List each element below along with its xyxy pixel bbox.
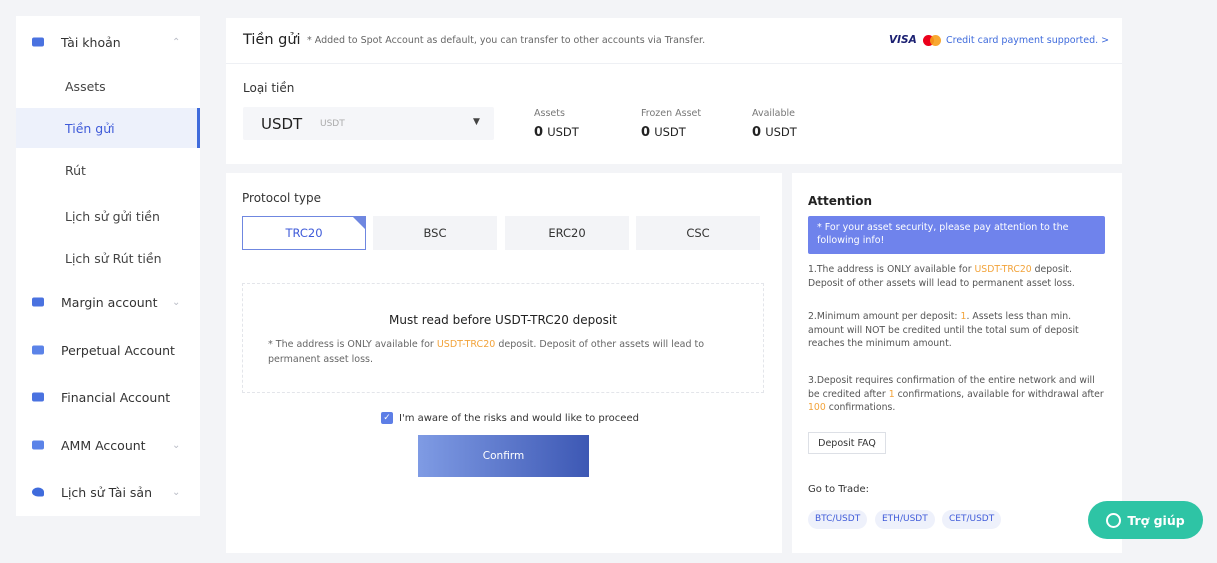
protocol-label: Protocol type bbox=[242, 191, 321, 205]
sidebar-item-deposit-history[interactable]: Lịch sử gửi tiền bbox=[16, 196, 200, 236]
confirm-button[interactable]: Confirm bbox=[418, 435, 589, 477]
coin-selected-sub: USDT bbox=[320, 119, 345, 129]
sidebar-item-label: Lịch sử Tài sản bbox=[61, 484, 152, 500]
agreement-label: I'm aware of the risks and would like to… bbox=[399, 412, 639, 424]
sidebar: Tài khoản ⌃ Assets Tiền gửi Rút Lịch sử … bbox=[16, 16, 200, 516]
sidebar-item-label: Financial Account bbox=[61, 389, 171, 405]
checkmark-icon: ✓ bbox=[381, 412, 393, 424]
margin-icon bbox=[32, 297, 44, 307]
visa-logo: VISA bbox=[889, 34, 917, 46]
notice-text: * The address is ONLY available for USDT… bbox=[268, 339, 705, 365]
deposit-notice: Must read before USDT-TRC20 deposit * Th… bbox=[242, 283, 764, 393]
trade-pair-btc-usdt[interactable]: BTC/USDT bbox=[808, 510, 868, 529]
chat-icon bbox=[1106, 512, 1122, 528]
financial-icon bbox=[32, 392, 44, 402]
transfer-note: * Added to Spot Account as default, you … bbox=[307, 35, 706, 46]
panel-header: Tiền gửi * Added to Spot Account as defa… bbox=[226, 18, 1122, 64]
tab-erc20[interactable]: ERC20 bbox=[505, 216, 629, 250]
balance-assets: Assets 0 USDT bbox=[534, 108, 579, 140]
sidebar-item-financial[interactable]: Financial Account bbox=[16, 377, 200, 417]
deposit-panel: Protocol type TRC20 BSC ERC20 CSC Must r… bbox=[226, 173, 782, 553]
sidebar-item-amm[interactable]: AMM Account ⌄ bbox=[16, 425, 200, 465]
chevron-down-icon: ⌄ bbox=[172, 296, 181, 308]
attention-item-1: 1.The address is ONLY available for USDT… bbox=[808, 264, 1075, 289]
sidebar-item-label: Tài khoản bbox=[61, 34, 121, 50]
go-to-trade-label: Go to Trade: bbox=[808, 484, 870, 495]
credit-card-link[interactable]: Credit card payment supported. > bbox=[946, 35, 1109, 46]
sidebar-item-account[interactable]: Tài khoản ⌃ bbox=[16, 22, 200, 62]
sidebar-item-margin[interactable]: Margin account ⌄ bbox=[16, 282, 200, 322]
mastercard-icon bbox=[923, 35, 941, 46]
chevron-down-icon: ⌄ bbox=[172, 486, 181, 498]
attention-banner: * For your asset security, please pay at… bbox=[808, 216, 1105, 254]
chevron-up-icon: ⌃ bbox=[172, 36, 181, 48]
coin-selected: USDT bbox=[261, 115, 303, 133]
sidebar-item-perpetual[interactable]: Perpetual Account bbox=[16, 330, 200, 370]
tab-csc[interactable]: CSC bbox=[636, 216, 760, 250]
perpetual-icon bbox=[32, 345, 44, 355]
balance-label: Available bbox=[752, 108, 796, 119]
balance-label: Frozen Asset bbox=[641, 108, 702, 119]
balance-label: Assets bbox=[534, 108, 565, 119]
caret-down-icon: ▼ bbox=[473, 117, 480, 127]
tab-bsc[interactable]: BSC bbox=[373, 216, 497, 250]
help-label: Trợ giúp bbox=[1127, 512, 1185, 528]
sidebar-item-label: Rút bbox=[65, 162, 86, 178]
help-button[interactable]: Trợ giúp bbox=[1088, 501, 1203, 539]
trade-pair-cet-usdt[interactable]: CET/USDT bbox=[942, 510, 1002, 529]
balance-value: 0 USDT bbox=[534, 125, 579, 140]
balance-value: 0 USDT bbox=[752, 125, 797, 140]
coin-select[interactable]: USDT USDT ▼ bbox=[243, 107, 494, 140]
attention-item-3: 3.Deposit requires confirmation of the e… bbox=[808, 375, 1104, 413]
attention-panel: Attention * For your asset security, ple… bbox=[792, 173, 1122, 553]
sidebar-item-deposit[interactable]: Tiền gửi bbox=[16, 108, 200, 148]
sidebar-item-label: Tiền gửi bbox=[65, 120, 115, 136]
tab-trc20[interactable]: TRC20 bbox=[242, 216, 366, 250]
balance-frozen: Frozen Asset 0 USDT bbox=[641, 108, 701, 140]
deposit-header-panel: Tiền gửi * Added to Spot Account as defa… bbox=[226, 18, 1122, 164]
wallet-icon bbox=[32, 37, 44, 47]
sidebar-item-label: Margin account bbox=[61, 294, 158, 310]
balance-available: Available 0 USDT bbox=[752, 108, 797, 140]
sidebar-item-label: Assets bbox=[65, 78, 106, 94]
risk-agreement-checkbox[interactable]: ✓ I'm aware of the risks and would like … bbox=[381, 411, 639, 425]
chevron-down-icon: ⌄ bbox=[172, 439, 181, 451]
trade-pair-eth-usdt[interactable]: ETH/USDT bbox=[875, 510, 935, 529]
page-title: Tiền gửi bbox=[243, 32, 301, 48]
attention-item-2: 2.Minimum amount per deposit: 1. Assets … bbox=[808, 311, 1079, 349]
sidebar-item-label: Perpetual Account bbox=[61, 342, 175, 358]
sidebar-item-withdraw-history[interactable]: Lịch sử Rút tiền bbox=[16, 238, 200, 278]
sidebar-item-asset-history[interactable]: Lịch sử Tài sản ⌄ bbox=[16, 472, 200, 512]
sidebar-item-label: Lịch sử gửi tiền bbox=[65, 208, 160, 224]
history-icon bbox=[32, 487, 44, 497]
sidebar-item-assets[interactable]: Assets bbox=[16, 66, 200, 106]
deposit-faq-button[interactable]: Deposit FAQ bbox=[808, 432, 886, 454]
coin-label: Loại tiền bbox=[243, 81, 295, 95]
amm-icon bbox=[32, 440, 44, 450]
notice-title: Must read before USDT-TRC20 deposit bbox=[389, 313, 617, 327]
sidebar-item-label: Lịch sử Rút tiền bbox=[65, 250, 162, 266]
balance-value: 0 USDT bbox=[641, 125, 686, 140]
sidebar-item-withdraw[interactable]: Rút bbox=[16, 150, 200, 190]
attention-title: Attention bbox=[808, 194, 873, 208]
sidebar-item-label: AMM Account bbox=[61, 437, 146, 453]
